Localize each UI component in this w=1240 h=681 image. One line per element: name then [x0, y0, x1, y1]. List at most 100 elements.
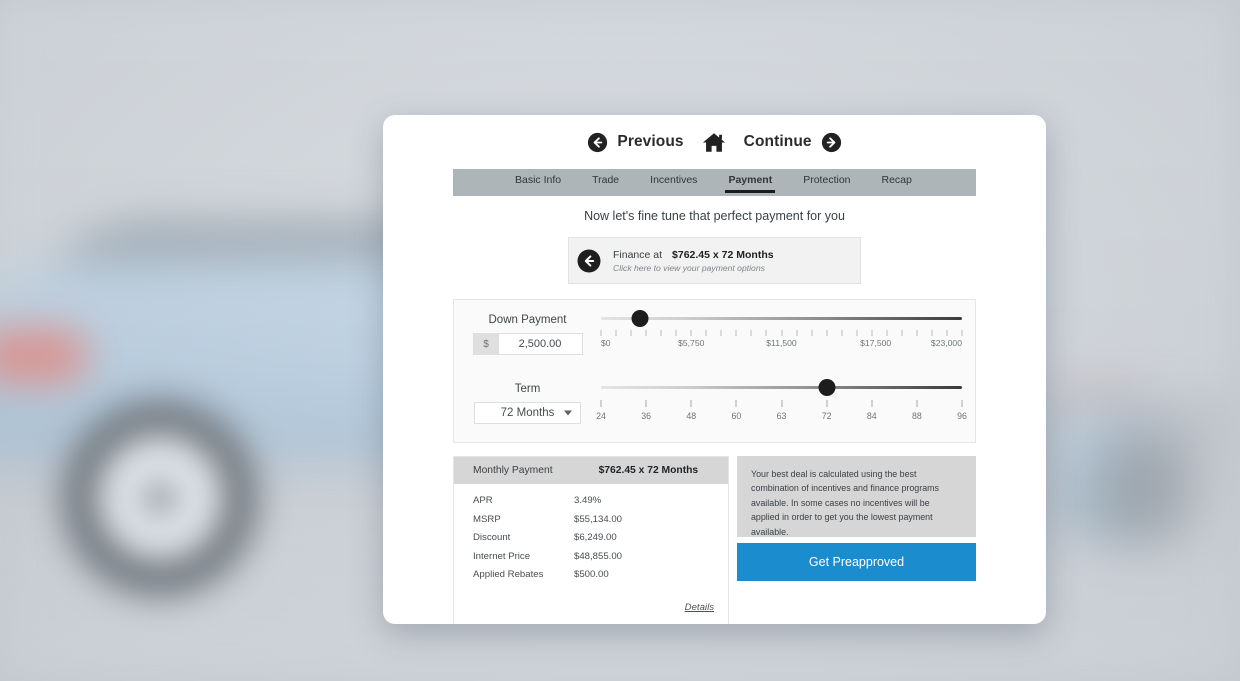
term-tick-label: 72 [821, 411, 832, 421]
down-payment-tick [931, 330, 933, 336]
continue-button[interactable]: Continue [744, 132, 842, 153]
tab-basic-info[interactable]: Basic Info [515, 175, 561, 190]
term-selected-value: 72 Months [500, 407, 555, 419]
payment-calculator-card: Previous Continue Basic Info Trade Incenti… [383, 115, 1046, 624]
get-preapproved-button[interactable]: Get Preapproved [737, 543, 976, 581]
continue-label: Continue [743, 133, 812, 150]
summary-row-value: $500.00 [574, 569, 609, 580]
tab-recap[interactable]: Recap [882, 175, 912, 190]
term-ticks [600, 400, 963, 409]
down-payment-tick [705, 330, 707, 336]
term-controls: Term 72 Months [454, 380, 601, 424]
down-payment-tick [675, 330, 677, 336]
summary-rows: APR 3.49% MSRP $55,134.00 Discount $6,249.00 I… [454, 484, 728, 596]
summary-row: Discount $6,249.00 [473, 532, 714, 543]
down-payment-tick [645, 330, 647, 336]
down-payment-tick [811, 330, 813, 336]
down-payment-tick [841, 330, 843, 336]
down-payment-tick [796, 330, 798, 336]
circle-arrow-left-icon [577, 249, 601, 272]
term-tick [871, 400, 873, 407]
down-payment-tick [600, 330, 602, 336]
summary-row: APR 3.49% [473, 495, 714, 506]
down-payment-tick [781, 330, 782, 336]
summary-row-key: Discount [473, 532, 511, 543]
term-tick-label: 96 [957, 411, 967, 421]
summary-row-key: Internet Price [473, 550, 531, 562]
term-tick [961, 400, 963, 407]
down-payment-ticks [600, 330, 963, 338]
summary-row: Applied Rebates $500.00 [473, 569, 714, 580]
term-select[interactable]: 72 Months [474, 402, 581, 424]
term-knob[interactable] [818, 379, 836, 396]
best-deal-info: Your best deal is calculated using the b… [737, 456, 976, 537]
down-payment-knob[interactable] [631, 310, 649, 327]
down-payment-tick [856, 330, 858, 336]
term-tick-label: 84 [866, 411, 877, 421]
tab-incentives[interactable]: Incentives [650, 175, 697, 190]
term-tick-label: 48 [686, 411, 697, 421]
down-payment-tick [630, 330, 632, 336]
down-payment-input[interactable]: $ 2,500.00 [472, 333, 583, 355]
term-tick-label: 24 [596, 411, 606, 421]
down-payment-tick [916, 330, 918, 336]
down-payment-controls: Down Payment $ 2,500.00 [454, 311, 601, 355]
down-payment-label: Down Payment [488, 314, 567, 326]
down-payment-tick [660, 330, 662, 336]
home-icon[interactable] [702, 132, 726, 153]
finance-label: Finance at [613, 248, 663, 261]
summary-row-key: Applied Rebates [473, 569, 544, 580]
down-payment-tick [720, 330, 722, 336]
down-payment-tick [961, 330, 963, 336]
down-payment-value[interactable]: 2,500.00 [499, 334, 582, 354]
down-payment-track-wrap [601, 310, 962, 327]
summary-row: MSRP $55,134.00 [473, 514, 714, 525]
term-tick-labels: 24 36 48 60 63 72 84 88 96 [596, 411, 967, 425]
term-tick [645, 400, 647, 407]
summary-row-value: $48,855.00 [574, 550, 623, 562]
down-payment-tick [735, 330, 737, 336]
down-payment-tick [690, 330, 692, 336]
term-slider[interactable]: 24 36 48 60 63 72 84 88 96 [596, 379, 975, 425]
right-column: Your best deal is calculated using the b… [737, 456, 976, 624]
term-tick [600, 400, 602, 407]
previous-button[interactable]: Previous [587, 132, 684, 153]
wizard-tab-bar: Basic Info Trade Incentives Payment Protecti… [453, 169, 976, 196]
previous-label: Previous [617, 133, 684, 150]
finance-summary-bar[interactable]: Finance at $762.45 x 72 Months Click here… [568, 237, 861, 284]
down-payment-row: Down Payment $ 2,500.00 $0 $5,750 $11,500 $… [454, 310, 975, 355]
down-payment-track[interactable] [601, 317, 962, 320]
term-tick [735, 400, 737, 407]
summary-row-value: $6,249.00 [574, 532, 617, 543]
tab-trade[interactable]: Trade [592, 175, 619, 190]
circle-arrow-right-icon [821, 132, 841, 152]
term-track[interactable] [601, 386, 962, 389]
finance-value: $762.45 x 72 Months [672, 248, 774, 261]
currency-prefix: $ [473, 334, 499, 354]
chevron-down-icon [564, 410, 572, 416]
details-link[interactable]: Details [685, 602, 714, 613]
tab-payment[interactable]: Payment [725, 175, 775, 193]
down-payment-slider[interactable]: $0 $5,750 $11,500 $17,500 $23,000 [600, 310, 975, 352]
finance-sublabel: Click here to view your payment options [613, 262, 765, 273]
deal-summary-row: Monthly Payment $762.45 x 72 Months APR 3… [453, 456, 976, 624]
down-payment-tick-label: $5,750 [678, 338, 705, 348]
summary-header-label: Monthly Payment [473, 465, 553, 476]
summary-row-value: 3.49% [574, 495, 602, 506]
summary-row-value: $55,134.00 [574, 513, 623, 525]
tab-protection[interactable]: Protection [803, 175, 850, 190]
down-payment-tick [615, 330, 617, 336]
down-payment-tick [946, 330, 948, 336]
term-tick [781, 400, 782, 407]
details-wrap: Details [454, 596, 728, 624]
term-tick-label: 63 [776, 411, 787, 421]
term-tick [690, 400, 692, 407]
term-tick [916, 400, 918, 407]
down-payment-tick-labels: $0 $5,750 $11,500 $17,500 $23,000 [601, 338, 962, 352]
down-payment-tick-label: $0 [601, 338, 611, 348]
summary-row-key: MSRP [473, 513, 501, 525]
down-payment-tick-label: $11,500 [766, 338, 797, 348]
down-payment-tick [750, 330, 752, 336]
monthly-payment-summary: Monthly Payment $762.45 x 72 Months APR 3… [453, 456, 729, 624]
term-tick-label: 60 [731, 411, 742, 421]
